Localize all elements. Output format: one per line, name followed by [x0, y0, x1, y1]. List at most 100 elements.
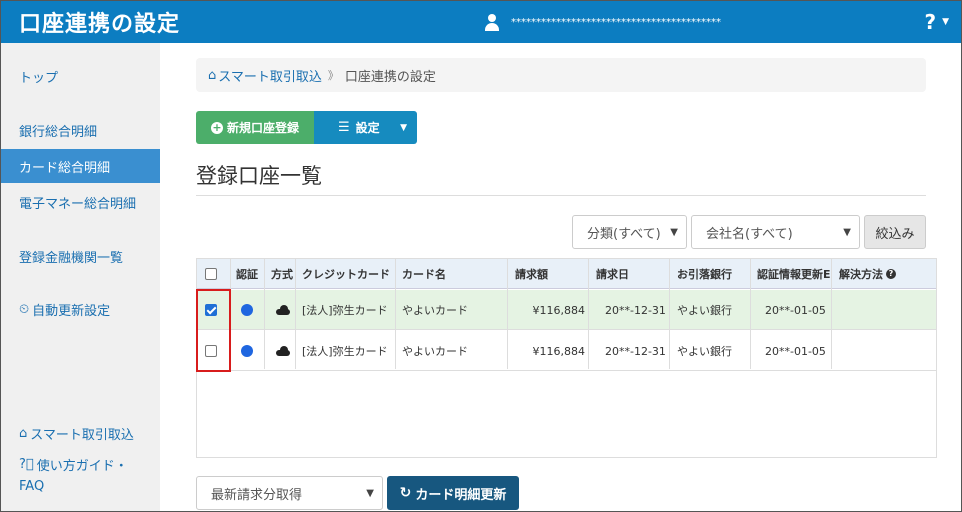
question-circle-icon: ?⃝	[19, 456, 34, 472]
header-resolution: 解決方法 ?	[835, 259, 925, 289]
auth-status-cell	[237, 290, 265, 330]
header-auth: 認証	[236, 268, 258, 281]
method-cell	[271, 290, 297, 330]
caret-down-icon: ▼	[400, 122, 407, 133]
new-account-label: 新規口座登録	[226, 121, 299, 135]
page-header-title: 口座連携の設定	[19, 12, 181, 37]
credit-card-cell: [法人]弥生カード	[302, 345, 388, 358]
filter-button[interactable]: 絞込み	[864, 215, 926, 249]
column-divider	[750, 259, 751, 369]
card-name-cell: やよいカード	[402, 345, 468, 358]
sidebar-item-bank-details[interactable]: 銀行総合明細	[1, 113, 160, 147]
card-name-cell: やよいカード	[402, 304, 468, 317]
settings-dropdown-button[interactable]: ☰ 設定 ▼	[314, 111, 417, 144]
company-select[interactable]: 会社名(すべて) ▼	[691, 215, 860, 249]
sidebar-item-label: カード総合明細	[19, 160, 111, 176]
category-select-value: 分類(すべて)	[587, 226, 661, 242]
new-account-button[interactable]: + 新規口座登録	[196, 111, 314, 144]
divider	[196, 195, 926, 196]
chevron-down-icon: ▼	[670, 226, 678, 238]
header-resolution-label: 解決方法	[839, 268, 883, 281]
header-amount: 請求額	[515, 268, 548, 281]
sidebar: トップ 銀行総合明細 カード総合明細 電子マネー総合明細 登録金融機関一覧 ⏲ …	[1, 43, 160, 511]
header-card-name: カード名	[402, 268, 446, 281]
help-icon: ?	[924, 10, 937, 34]
column-divider	[831, 259, 832, 369]
sidebar-item-label: 自動更新設定	[32, 303, 111, 319]
settings-label: 設定	[355, 121, 380, 135]
user-icon	[483, 13, 501, 31]
breadcrumb-home-link[interactable]: ⌂ スマート取引取込	[208, 66, 322, 85]
home-icon: ⌂	[19, 425, 28, 441]
question-circle-icon[interactable]: ?	[886, 269, 896, 279]
cloud-icon	[275, 305, 291, 315]
update-card-details-label: カード明細更新	[415, 487, 507, 503]
header-billing-date: 請求日	[596, 268, 629, 281]
column-divider	[395, 259, 396, 369]
table-row[interactable]: [法人]弥生カード やよいカード ¥116,884 20**-12-31 やよい…	[197, 331, 936, 371]
chevron-down-icon: ▼	[366, 487, 374, 499]
section-title: 登録口座一覧	[196, 164, 322, 188]
breadcrumb-home-label: スマート取引取込	[218, 69, 322, 85]
sidebar-item-card-details[interactable]: カード総合明細	[1, 149, 160, 183]
column-divider	[295, 259, 296, 369]
sidebar-item-institutions[interactable]: 登録金融機関一覧	[1, 239, 160, 273]
bank-cell: やよい銀行	[677, 345, 732, 358]
update-card-details-button[interactable]: ↻ カード明細更新	[387, 476, 519, 510]
table-header: 認証 方式 クレジットカード カード名 請求額 請求日 お引落銀行 認証情報更新…	[197, 259, 936, 289]
sidebar-item-top[interactable]: トップ	[1, 59, 160, 93]
column-divider	[264, 259, 265, 369]
sidebar-item-label: 電子マネー総合明細	[19, 196, 137, 212]
auth-status-dot-icon	[241, 304, 253, 316]
sidebar-item-label: 登録金融機関一覧	[19, 250, 124, 266]
home-icon: ⌂	[208, 67, 217, 83]
sidebar-item-label: 銀行総合明細	[19, 124, 98, 140]
refresh-icon: ↻	[399, 485, 412, 501]
breadcrumb-separator: 》	[327, 69, 339, 82]
header-method: 方式	[271, 268, 293, 281]
select-all-cell	[201, 259, 229, 289]
method-cell	[271, 331, 297, 371]
sidebar-item-faq[interactable]: FAQ	[1, 475, 160, 497]
sidebar-item-auto-update[interactable]: ⏲ 自動更新設定	[1, 292, 160, 326]
table-row[interactable]: [法人]弥生カード やよいカード ¥116,884 20**-12-31 やよい…	[197, 290, 936, 330]
column-divider	[588, 259, 589, 369]
company-select-value: 会社名(すべて)	[706, 226, 793, 242]
breadcrumb-current: 口座連携の設定	[344, 69, 436, 85]
select-all-checkbox[interactable]	[205, 268, 217, 280]
billing-date-cell: 20**-12-31	[605, 344, 666, 358]
header-bank: お引落銀行	[677, 268, 732, 281]
header-auth-update: 認証情報更新E	[757, 268, 831, 281]
caret-down-icon: ▼	[942, 17, 949, 27]
chevron-down-icon: ▼	[843, 226, 851, 238]
checkbox-highlight-annotation	[196, 289, 231, 372]
header-credit-card: クレジットカード	[302, 268, 390, 281]
resolution-cell	[835, 331, 925, 371]
clock-icon: ⏲	[19, 301, 30, 317]
sidebar-item-label: トップ	[19, 70, 59, 86]
sidebar-item-smart-import[interactable]: ⌂ スマート取引取込	[1, 416, 160, 450]
sidebar-item-emoney-details[interactable]: 電子マネー総合明細	[1, 185, 160, 219]
help-menu[interactable]: ? ▼	[924, 1, 949, 43]
cloud-icon	[275, 346, 291, 356]
auth-status-cell	[237, 331, 265, 371]
sidebar-item-label: FAQ	[19, 478, 45, 494]
bank-cell: やよい銀行	[677, 304, 732, 317]
sidebar-item-label: 使い方ガイド・	[36, 458, 128, 474]
user-name: ****************************************…	[511, 16, 721, 28]
billing-date-cell: 20**-12-31	[605, 303, 666, 317]
fetch-range-value: 最新請求分取得	[211, 487, 303, 503]
resolution-cell	[835, 290, 925, 330]
column-divider	[507, 259, 508, 369]
user-menu[interactable]: ****************************************…	[483, 1, 721, 43]
plus-circle-icon: +	[210, 120, 223, 134]
auth-update-cell: 20**-01-05	[765, 344, 826, 358]
list-icon: ☰	[338, 120, 350, 135]
sidebar-item-guide[interactable]: ?⃝ 使い方ガイド・	[1, 453, 160, 475]
fetch-range-select[interactable]: 最新請求分取得 ▼	[196, 476, 383, 510]
column-divider	[669, 259, 670, 369]
app-header: 口座連携の設定 ********************************…	[1, 1, 961, 43]
accounts-table: 認証 方式 クレジットカード カード名 請求額 請求日 お引落銀行 認証情報更新…	[196, 258, 937, 458]
category-select[interactable]: 分類(すべて) ▼	[572, 215, 687, 249]
auth-update-cell: 20**-01-05	[765, 303, 826, 317]
